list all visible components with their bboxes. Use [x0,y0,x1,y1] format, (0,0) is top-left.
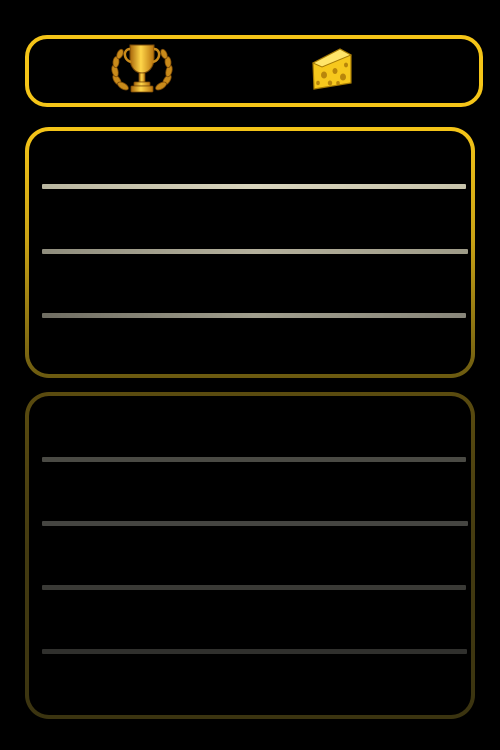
leaderboard-row-5[interactable] [42,521,468,526]
leaderboard-row-1[interactable] [42,184,466,189]
leaderboard-row-4[interactable] [42,457,466,462]
cheese-icon [310,45,354,97]
tab-cheese[interactable] [219,39,444,103]
leaderboard-bottom-panel [25,392,475,719]
leaderboard-row-2[interactable] [42,249,468,254]
leaderboard-row-3[interactable] [42,313,466,318]
top-panel-inner [29,131,471,374]
leaderboard-tab-bar [25,35,483,107]
leaderboard-row-6[interactable] [42,585,466,590]
leaderboard-row-7[interactable] [42,649,467,654]
leaderboard-top-panel [25,127,475,378]
bottom-panel-inner [29,396,471,715]
trophy-icon [109,40,175,102]
